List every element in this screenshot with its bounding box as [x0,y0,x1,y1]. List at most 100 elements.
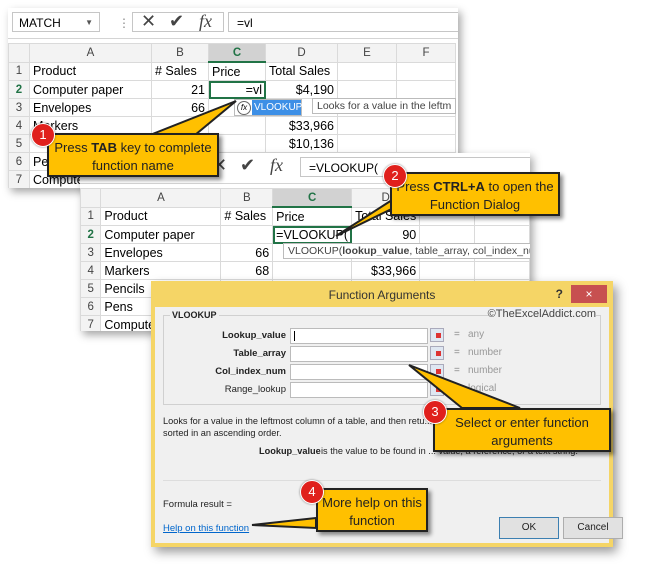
formula-input[interactable]: =vl [228,12,458,32]
row-header[interactable]: 5 [80,279,102,298]
cell[interactable]: 68 [220,261,274,280]
argument-label: Lookup_value [222,330,286,341]
cell[interactable] [474,261,530,280]
row-header[interactable]: 6 [8,152,30,171]
select-all[interactable] [8,43,30,63]
cell[interactable]: 66 [220,243,274,262]
cell[interactable] [474,225,530,244]
cell[interactable] [419,261,476,280]
cell[interactable]: Price [208,61,266,81]
cell[interactable] [396,61,456,81]
col-header-a[interactable]: A [29,43,152,63]
argument-label: Range_lookup [224,384,286,395]
cell[interactable]: 90 [351,225,421,244]
cell[interactable]: Envelopes [100,243,222,262]
cell[interactable] [396,116,456,135]
range-select-icon[interactable] [430,364,444,378]
cell[interactable]: $33,966 [351,261,421,280]
cell[interactable]: Markers [100,261,222,280]
col-header-b[interactable]: B [220,188,274,208]
cell[interactable]: Computer paper [100,225,222,244]
chevron-down-icon[interactable]: ▼ [85,13,93,33]
fx-icon[interactable]: fx [270,155,283,176]
row-header[interactable]: 4 [8,116,30,135]
table-row: 2 Computer paper 21 =vl $4,190 [8,80,456,99]
help-on-function-link[interactable]: Help on this function [163,523,249,534]
range-lookup-input[interactable] [290,382,428,398]
active-cell[interactable]: =VLOOKUP( [272,225,353,244]
cancel-icon[interactable]: ✕ [141,11,156,32]
row-header[interactable]: 4 [80,261,102,280]
check-icon[interactable]: ✔ [169,11,184,32]
callout-2: Press CTRL+A to open the Function Dialog [390,172,560,216]
autocomplete-list[interactable]: fx VLOOKUP [234,99,302,116]
range-select-icon[interactable] [430,382,444,396]
cell[interactable]: Total Sales [265,61,338,81]
fx-icon[interactable]: fx [199,11,212,32]
cell[interactable] [396,134,456,153]
col-header-e[interactable]: E [337,43,397,63]
cell[interactable] [337,134,397,153]
lookup-value-input[interactable] [290,328,428,344]
cell[interactable]: Envelopes [29,98,152,117]
range-select-icon[interactable] [430,328,444,342]
cell[interactable] [151,116,209,135]
cell[interactable]: Product [100,206,222,226]
table-array-input[interactable] [290,346,428,362]
close-button[interactable]: × [571,285,607,303]
check-icon[interactable]: ✔ [240,155,255,176]
cell[interactable] [337,116,397,135]
cell[interactable]: $4,190 [265,80,338,99]
cell[interactable]: Product [29,61,152,81]
cell[interactable]: 66 [151,98,209,117]
name-box[interactable]: MATCH ▼ [12,12,100,32]
col-header-a[interactable]: A [100,188,222,208]
argument-description-name: Lookup_value [259,446,321,456]
table-row: 1 Product # Sales Price Total Sales [8,61,456,81]
range-select-icon[interactable] [430,346,444,360]
cell[interactable]: Computer paper [29,80,152,99]
row-header[interactable]: 7 [80,315,102,331]
argument-row: Table_array = number [164,346,604,362]
row-header[interactable]: 3 [8,98,30,117]
tooltip-current-arg: lookup_value [342,245,410,257]
col-header-c[interactable]: C [208,43,266,63]
select-all[interactable] [80,188,102,208]
help-icon[interactable]: ? [556,287,563,301]
col-header-d[interactable]: D [265,43,338,63]
col-index-num-input[interactable] [290,364,428,380]
divider [163,480,601,481]
row-header[interactable]: 1 [80,206,102,226]
cell[interactable]: $10,136 [265,134,338,153]
cell[interactable] [337,61,397,81]
cell[interactable] [272,261,353,280]
cell[interactable] [220,225,274,244]
row-header[interactable]: 6 [80,297,102,316]
row-header[interactable]: 1 [8,61,30,81]
cell[interactable] [396,80,456,99]
cell[interactable]: # Sales [220,206,274,226]
row-header[interactable]: 3 [80,243,102,262]
cell[interactable]: # Sales [151,61,209,81]
cell[interactable]: 21 [151,80,209,99]
row-header[interactable]: 5 [8,134,30,153]
cell[interactable]: $33,966 [265,116,338,135]
row-header[interactable]: 2 [80,225,102,244]
col-header-c[interactable]: C [272,188,353,208]
ok-button[interactable]: OK [499,517,559,539]
cell[interactable]: Price [272,206,353,226]
cell[interactable] [337,80,397,99]
name-box-value: MATCH [19,16,61,30]
cell[interactable] [208,116,266,135]
equals-sign: = [454,347,460,358]
row-header[interactable]: 7 [8,170,30,188]
callout-3: Select or enter function arguments [433,408,611,452]
callout-text: More help on this function [322,495,422,528]
cancel-button[interactable]: Cancel [563,517,623,539]
row-header[interactable]: 2 [8,80,30,99]
active-cell[interactable]: =vl [208,80,266,99]
col-header-b[interactable]: B [151,43,209,63]
autocomplete-item[interactable]: VLOOKUP [252,100,302,115]
col-header-f[interactable]: F [396,43,456,63]
cell[interactable] [419,225,476,244]
